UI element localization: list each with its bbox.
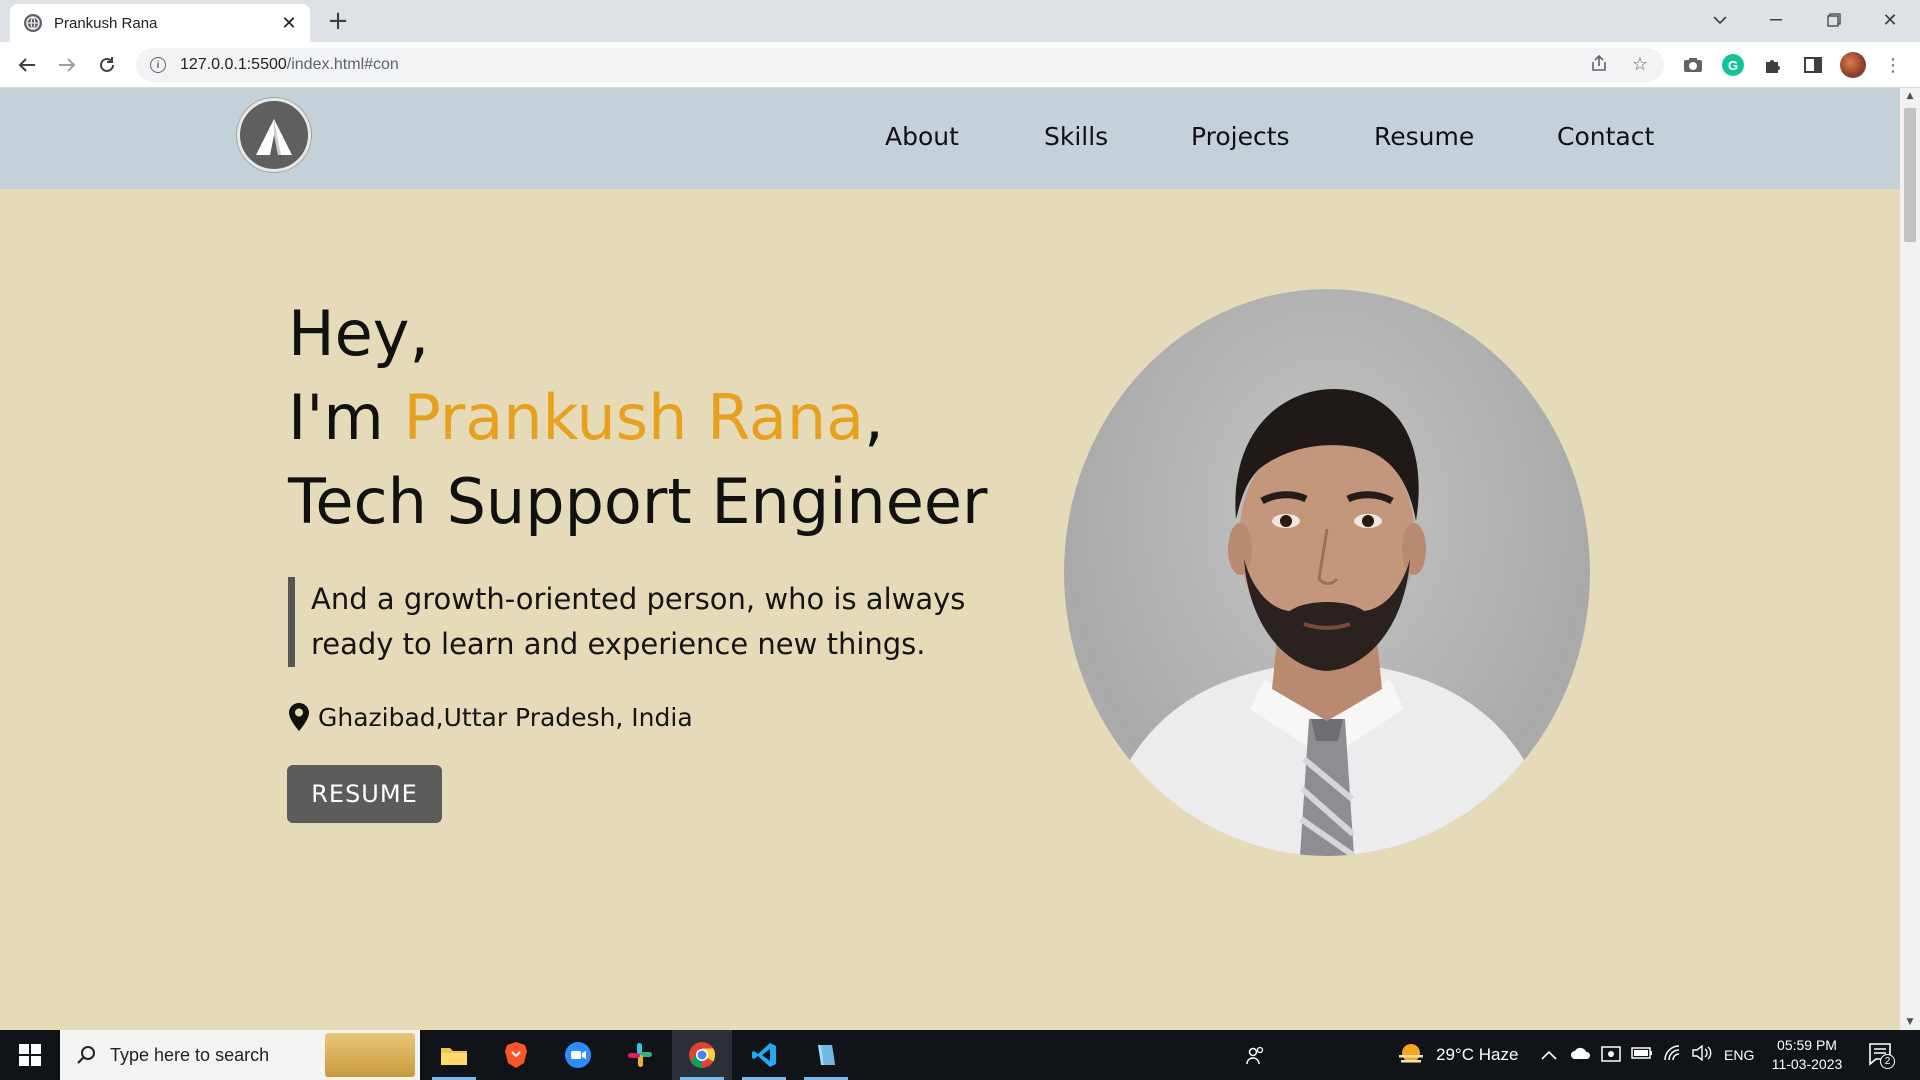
battery-icon[interactable] [1631,1045,1653,1064]
quote-line-1: And a growth-oriented person, who is alw… [311,582,966,616]
weather-haze-icon[interactable] [1396,1042,1426,1072]
logo-mountain-icon [256,119,292,155]
search-icon [77,1046,95,1064]
nav-contact[interactable]: Contact [1557,122,1654,151]
site-header: About Skills Projects Resume Contact [0,88,1900,189]
minimize-icon[interactable] [1748,0,1804,40]
notification-count: 2 [1880,1054,1895,1069]
camera-icon[interactable] [1680,52,1706,78]
new-tab-button[interactable]: + [322,6,354,38]
scroll-thumb[interactable] [1904,108,1916,242]
scroll-down-arrow-icon[interactable]: ▼ [1900,1014,1920,1030]
quote-line-2: ready to learn and experience new things… [311,627,926,661]
vscode-icon[interactable] [734,1030,794,1080]
page-viewport: About Skills Projects Resume Contact Hey… [0,88,1900,1030]
language-indicator[interactable]: ENG [1724,1030,1754,1080]
map-pin-icon [289,703,309,731]
side-panel-icon[interactable] [1800,52,1826,78]
tab-strip: Prankush Rana ✕ + ✕ [0,0,1920,42]
kebab-menu-icon[interactable]: ⋮ [1880,52,1906,78]
clock[interactable]: 05:59 PM 11-03-2023 [1762,1036,1852,1074]
hero-quote: And a growth-oriented person, who is alw… [288,577,988,667]
hero-name: Prankush Rana [403,381,865,454]
notifications-icon[interactable]: 2 [1868,1042,1895,1072]
location: Ghazibad,Uttar Pradesh, India [288,702,693,732]
site-info-icon[interactable]: i [150,57,166,73]
close-window-icon[interactable]: ✕ [1862,0,1918,40]
hero-role: Tech Support Engineer [288,465,988,538]
onedrive-cloud-icon[interactable] [1570,1045,1592,1064]
nav-about[interactable]: About [885,122,959,151]
meet-now-icon[interactable] [1601,1045,1621,1067]
nav-resume[interactable]: Resume [1374,122,1474,151]
close-tab-icon[interactable]: ✕ [278,13,300,34]
nav-skills[interactable]: Skills [1044,122,1108,151]
reload-icon[interactable] [90,48,124,82]
hero-heading: Hey, I'm Prankush Rana, Tech Support Eng… [288,292,988,544]
browser-toolbar: i 127.0.0.1:5500/index.html#con ☆ G ⋮ [0,42,1920,88]
tab-title: Prankush Rana [54,14,158,32]
clock-time: 05:59 PM [1777,1037,1837,1053]
brave-browser-icon[interactable] [486,1030,546,1080]
bookmark-star-icon[interactable]: ☆ [1629,54,1651,76]
zoom-icon[interactable] [548,1030,608,1080]
search-highlight-art-icon [325,1033,415,1077]
portrait-illustration [1094,389,1560,856]
scroll-up-arrow-icon[interactable]: ▲ [1900,88,1920,104]
hero-intro: I'm Prankush Rana, [288,376,988,460]
file-explorer-icon[interactable] [424,1030,484,1080]
url-text: 127.0.0.1:5500/index.html#con [180,56,399,74]
nav-projects[interactable]: Projects [1191,122,1290,151]
notepad-icon[interactable] [796,1030,856,1080]
browser-tab[interactable]: Prankush Rana ✕ [10,4,310,42]
grammarly-extension-icon[interactable]: G [1720,52,1746,78]
extensions-puzzle-icon[interactable] [1760,52,1786,78]
resume-button[interactable]: RESUME [287,765,442,823]
page-scrollbar[interactable]: ▲ ▼ [1900,88,1920,1030]
forward-arrow-icon[interactable] [50,48,84,82]
slack-icon[interactable] [610,1030,670,1080]
profile-avatar-icon[interactable] [1840,52,1866,78]
hero-greeting: Hey, [288,297,430,370]
windows-start-icon[interactable] [0,1030,60,1080]
volume-icon[interactable] [1692,1044,1712,1065]
hero-comma: , [864,381,884,454]
chrome-icon[interactable] [672,1030,732,1080]
back-arrow-icon[interactable] [10,48,44,82]
url-host: 127.0.0.1:5500 [180,56,287,73]
url-path: /index.html#con [286,56,399,73]
windows-taskbar: Type here to search 29°C Haze ENG 05:59 … [0,1030,1920,1080]
profile-photo [1064,289,1590,856]
taskbar-search-input[interactable]: Type here to search [60,1030,420,1080]
tab-search-icon[interactable] [1692,0,1748,40]
clock-date: 11-03-2023 [1771,1056,1843,1072]
chevron-up-icon[interactable] [1541,1045,1557,1064]
wifi-icon[interactable] [1663,1045,1683,1065]
site-logo[interactable] [237,98,311,172]
address-bar[interactable]: i 127.0.0.1:5500/index.html#con ☆ [136,48,1664,82]
share-icon[interactable] [1588,54,1610,76]
location-text: Ghazibad,Uttar Pradesh, India [318,702,693,732]
people-icon[interactable] [1246,1045,1266,1069]
globe-icon [24,14,42,32]
hero-im: I'm [288,381,404,454]
weather-text[interactable]: 29°C Haze [1436,1030,1518,1080]
search-placeholder: Type here to search [110,1044,270,1065]
restore-icon[interactable] [1806,0,1862,40]
